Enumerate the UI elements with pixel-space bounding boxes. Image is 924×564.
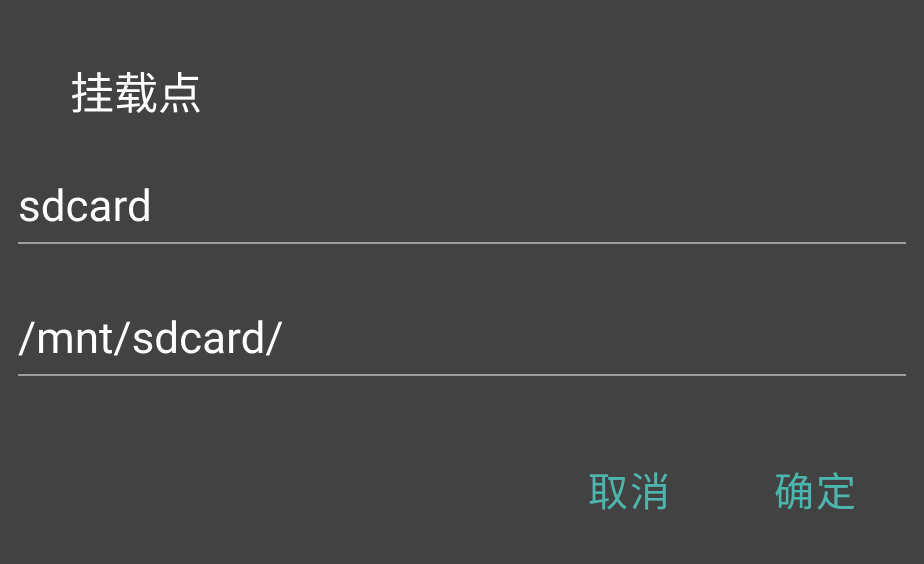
path-input-container <box>0 306 924 376</box>
dialog-title: 挂载点 <box>0 0 924 122</box>
confirm-button[interactable]: 确定 <box>762 452 870 526</box>
mount-point-dialog: 挂载点 取消 确定 <box>0 0 924 564</box>
dialog-button-row: 取消 确定 <box>576 452 870 526</box>
name-input-container <box>0 174 924 244</box>
cancel-button[interactable]: 取消 <box>576 452 684 526</box>
mount-name-input[interactable] <box>18 174 906 244</box>
mount-path-input[interactable] <box>18 306 906 376</box>
